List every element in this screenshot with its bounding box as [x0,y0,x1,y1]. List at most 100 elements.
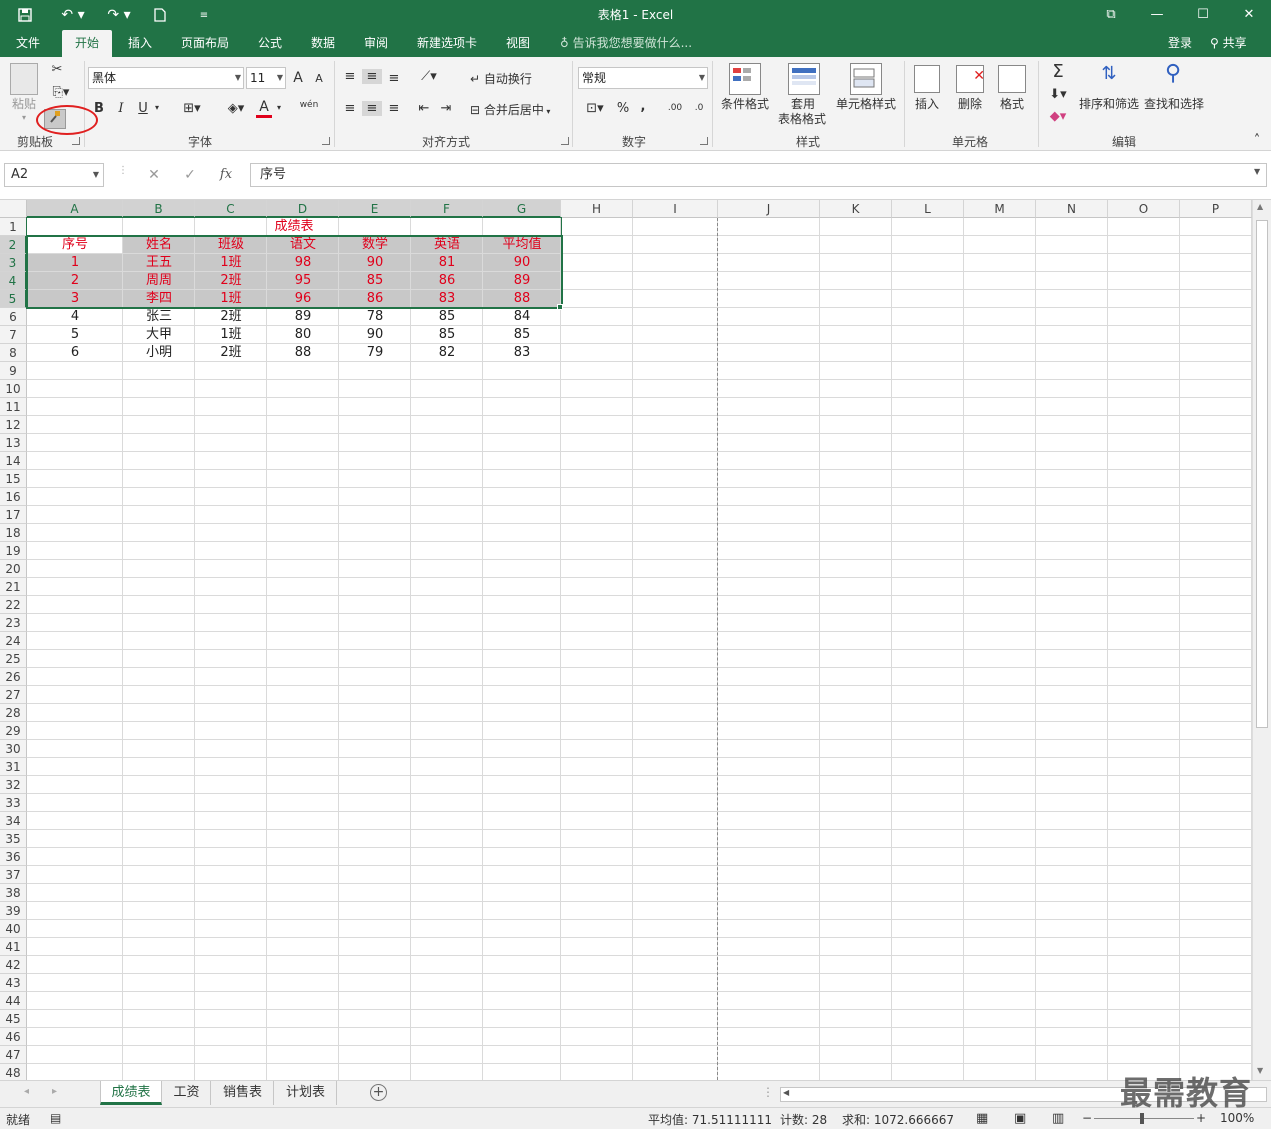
column-header[interactable]: I [633,200,718,218]
row-header[interactable]: 33 [0,794,27,812]
data-cell[interactable]: 4 [27,308,123,326]
number-launcher-icon[interactable] [700,137,708,145]
scroll-up-icon[interactable]: ▲ [1257,202,1263,211]
delete-cells-icon[interactable]: ✕ [956,65,985,93]
delete-cells-button[interactable]: 删除 [955,97,985,111]
decrease-decimal-icon[interactable]: .0 [690,103,708,113]
copy-icon[interactable]: ⎘▾ [48,85,74,100]
font-color-icon[interactable]: A [256,99,272,118]
row-header[interactable]: 17 [0,506,27,524]
scroll-thumb[interactable] [1256,220,1268,728]
row-header[interactable]: 42 [0,956,27,974]
sheet-tab-scores[interactable]: 成绩表 [100,1081,162,1105]
shrink-font-icon[interactable]: A [313,72,325,85]
font-launcher-icon[interactable] [322,137,330,145]
data-cell[interactable]: 78 [339,308,411,326]
alignment-launcher-icon[interactable] [561,137,569,145]
row-header[interactable]: 13 [0,434,27,452]
data-cell[interactable]: 85 [411,308,483,326]
underline-button[interactable]: U [136,101,150,116]
formula-input[interactable]: 序号 [250,163,1267,187]
row-header[interactable]: 31 [0,758,27,776]
maximize-icon[interactable]: ☐ [1188,4,1218,26]
row-header[interactable]: 43 [0,974,27,992]
sheet-tab-salary[interactable]: 工资 [163,1081,211,1105]
percent-button[interactable]: % [616,101,630,116]
table-format-label-2[interactable]: 表格格式 [770,112,834,126]
format-cells-button[interactable]: 格式 [997,97,1027,111]
collapse-ribbon-icon[interactable]: ˄ [1250,133,1264,148]
normal-view-icon[interactable]: ▦ [976,1111,988,1126]
tab-file[interactable]: 文件 [6,30,50,57]
zoom-out-icon[interactable]: − [1082,1111,1092,1125]
scroll-left-icon[interactable]: ◀ [783,1088,789,1097]
column-header[interactable]: L [892,200,964,218]
row-header[interactable]: 14 [0,452,27,470]
row-header[interactable]: 26 [0,668,27,686]
column-header[interactable]: J [718,200,820,218]
merge-center-button[interactable]: ⊟ 合并后居中 ▾ [470,103,550,119]
column-header[interactable]: O [1108,200,1180,218]
splitter-icon[interactable]: ⋮ [762,1085,774,1099]
column-header[interactable]: B [123,200,195,218]
font-size-select[interactable]: 11 ▼ [246,67,286,89]
sheet-tab-plan[interactable]: 计划表 [275,1081,337,1105]
row-header[interactable]: 37 [0,866,27,884]
fill-icon[interactable]: ⬇▾ [1044,87,1072,102]
row-header[interactable]: 40 [0,920,27,938]
data-cell[interactable]: 小明 [123,344,195,362]
ribbon-display-icon[interactable]: ⧉ [1096,4,1126,26]
italic-button[interactable]: I [114,101,128,116]
row-header[interactable]: 22 [0,596,27,614]
tell-me-search[interactable]: ♁ 告诉我您想要做什么... [560,30,692,57]
cut-icon[interactable]: ✂ [48,62,66,77]
row-header[interactable]: 18 [0,524,27,542]
column-header[interactable]: G [483,200,561,218]
row-header[interactable]: 48 [0,1064,27,1080]
row-header[interactable]: 25 [0,650,27,668]
tab-home[interactable]: 开始 [62,30,112,57]
row-header[interactable]: 41 [0,938,27,956]
row-header[interactable]: 39 [0,902,27,920]
row-header[interactable]: 10 [0,380,27,398]
row-header[interactable]: 6 [0,308,27,326]
sheet-tab-sales[interactable]: 销售表 [212,1081,274,1105]
row-header[interactable]: 5 [0,290,27,308]
row-header[interactable]: 19 [0,542,27,560]
increase-indent-icon[interactable]: ⇥ [438,101,454,116]
table-format-label-1[interactable]: 套用 [788,97,818,111]
row-header[interactable]: 30 [0,740,27,758]
next-sheet-icon[interactable]: ▸ [52,1086,57,1097]
column-header[interactable]: F [411,200,483,218]
insert-function-icon[interactable]: fx [214,163,238,187]
fill-color-icon[interactable]: ◈▾ [222,101,250,116]
row-header[interactable]: 35 [0,830,27,848]
prev-sheet-icon[interactable]: ◂ [24,1086,29,1097]
align-right-icon[interactable]: ≡ [386,101,402,116]
grow-font-icon[interactable]: A [291,70,305,86]
accounting-icon[interactable]: ⊡▾ [580,101,610,116]
minimize-icon[interactable]: — [1142,4,1172,26]
row-header[interactable]: 28 [0,704,27,722]
data-cell[interactable]: 84 [483,308,561,326]
share-button[interactable]: ⚲ 共享 [1210,30,1247,57]
data-cell[interactable]: 90 [339,326,411,344]
data-cell[interactable]: 83 [483,344,561,362]
clipboard-launcher-icon[interactable] [72,137,80,145]
chevron-down-icon[interactable]: ▼ [93,164,99,186]
sort-filter-button[interactable]: 排序和筛选 [1078,97,1140,111]
data-cell[interactable]: 85 [411,326,483,344]
data-cell[interactable]: 2班 [195,344,267,362]
data-cell[interactable]: 85 [483,326,561,344]
row-header[interactable]: 7 [0,326,27,344]
row-header[interactable]: 23 [0,614,27,632]
search-icon[interactable]: ⚲ [1158,61,1188,86]
row-header[interactable]: 27 [0,686,27,704]
scroll-down-icon[interactable]: ▼ [1257,1066,1263,1075]
align-top-icon[interactable]: ≡ [342,69,358,84]
wrap-text-button[interactable]: ↵ 自动换行 [470,72,532,86]
column-header[interactable]: D [267,200,339,218]
fill-handle[interactable] [557,304,563,310]
comma-button[interactable]: , [638,99,648,114]
tab-review[interactable]: 审阅 [354,30,398,57]
